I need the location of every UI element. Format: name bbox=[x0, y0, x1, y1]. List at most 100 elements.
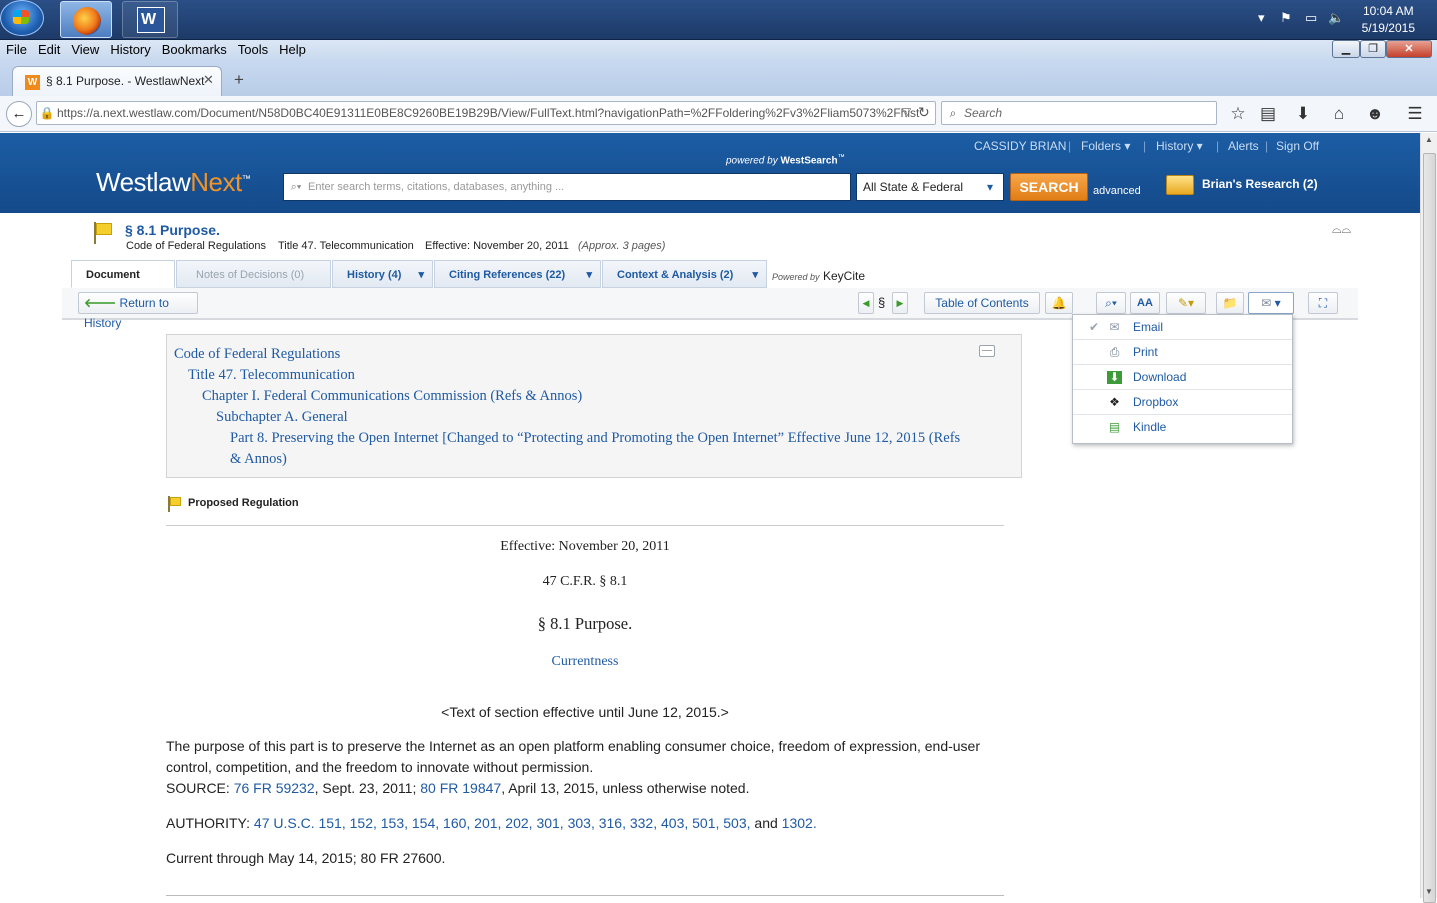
research-folder-link[interactable]: Brian's Research (2) bbox=[1202, 177, 1318, 191]
history-link[interactable]: History ▾ bbox=[1156, 139, 1203, 153]
source-link-76fr[interactable]: 76 FR 59232 bbox=[234, 780, 315, 796]
url-bar[interactable]: 🔒 https://a.next.westlaw.com/Document/N58… bbox=[36, 101, 936, 125]
font-size-button[interactable]: AA bbox=[1130, 292, 1160, 314]
browser-search-input[interactable]: ⌕ Search bbox=[941, 101, 1217, 125]
flag-icon[interactable] bbox=[94, 222, 114, 244]
menu-bookmarks[interactable]: Bookmarks bbox=[156, 40, 232, 57]
folders-link[interactable]: Folders ▾ bbox=[1081, 139, 1130, 153]
tab-document[interactable]: Document bbox=[71, 260, 175, 288]
home-icon[interactable]: ⌂ bbox=[1329, 104, 1349, 124]
source-link-80fr[interactable]: 80 FR 19847 bbox=[420, 780, 501, 796]
page-scrollbar[interactable]: ▲ ▼ bbox=[1420, 133, 1437, 903]
authority-links[interactable]: 47 U.S.C. 151, 152, 153, 154, 160, 201, … bbox=[254, 815, 751, 831]
volume-icon[interactable]: 🔈 bbox=[1328, 10, 1344, 26]
reload-icon[interactable]: ↻ bbox=[918, 104, 930, 121]
folder-icon[interactable] bbox=[1166, 175, 1194, 195]
back-arrow-icon[interactable]: ← bbox=[6, 101, 32, 127]
browser-tab-strip: W § 8.1 Purpose. - WestlawNext ✕ + bbox=[0, 60, 1437, 96]
system-clock[interactable]: 10:04 AM 5/19/2015 bbox=[1362, 3, 1415, 37]
menu-item-email[interactable]: ✔ ✉ Email bbox=[1073, 315, 1292, 340]
jurisdiction-select[interactable]: All State & Federal ▾ bbox=[856, 173, 1004, 201]
tab-context-analysis[interactable]: Context & Analysis (2) ▾ bbox=[602, 260, 767, 288]
menu-history[interactable]: History bbox=[104, 40, 155, 57]
browser-tab[interactable]: W § 8.1 Purpose. - WestlawNext ✕ bbox=[12, 66, 222, 96]
purpose-line-2: control, competition, and the freedom to… bbox=[166, 759, 594, 775]
tab-history[interactable]: History (4) ▾ bbox=[332, 260, 433, 288]
tab-notes-of-decisions[interactable]: Notes of Decisions (0) bbox=[176, 260, 331, 288]
scroll-up-icon[interactable]: ▲ bbox=[1425, 135, 1433, 144]
toc-chapter-1[interactable]: Chapter I. Federal Communications Commis… bbox=[202, 388, 582, 405]
authority-line: AUTHORITY: 47 U.S.C. 151, 152, 153, 154,… bbox=[166, 813, 817, 834]
scroll-down-icon[interactable]: ▼ bbox=[1425, 887, 1433, 896]
reading-list-icon[interactable]: ▤ bbox=[1258, 104, 1278, 124]
tray-expand-icon[interactable]: ▾ bbox=[1258, 10, 1265, 26]
alert-bell-icon[interactable]: 🔔 bbox=[1045, 292, 1073, 314]
menu-item-kindle[interactable]: ▤ Kindle bbox=[1073, 415, 1292, 440]
divider bbox=[166, 895, 1004, 896]
close-tab-icon[interactable]: ✕ bbox=[203, 72, 214, 88]
alerts-link[interactable]: Alerts bbox=[1228, 139, 1259, 153]
bookmark-star-icon[interactable]: ☆ bbox=[1228, 104, 1248, 124]
previous-section-button[interactable]: ◀ bbox=[858, 292, 874, 314]
source-end: , April 13, 2015, unless otherwise noted… bbox=[501, 780, 750, 796]
westlaw-search-input[interactable]: ⌕▾ Enter search terms, citations, databas… bbox=[283, 173, 851, 201]
firefox-taskbar-button[interactable] bbox=[60, 1, 112, 38]
menu-item-print[interactable]: ⎙ Print bbox=[1073, 340, 1292, 365]
next-section-button[interactable]: ▶ bbox=[892, 292, 908, 314]
kindle-icon: ▤ bbox=[1108, 420, 1121, 434]
toc-subchapter-a[interactable]: Subchapter A. General bbox=[216, 409, 348, 426]
full-screen-icon[interactable]: ⛶ bbox=[1308, 292, 1338, 314]
toc-title-47[interactable]: Title 47. Telecommunication bbox=[188, 367, 355, 384]
advanced-search-link[interactable]: advanced bbox=[1093, 185, 1141, 197]
deliver-envelope-button[interactable]: ✉ ▾ bbox=[1248, 292, 1294, 314]
close-window-button[interactable]: ✕ bbox=[1386, 40, 1432, 58]
download-icon: ⬇ bbox=[1107, 371, 1122, 384]
menu-help[interactable]: Help bbox=[273, 40, 311, 57]
menu-view[interactable]: View bbox=[65, 40, 104, 57]
menu-tools[interactable]: Tools bbox=[232, 40, 273, 57]
search-within-icon[interactable]: ⌕▾ bbox=[1096, 292, 1126, 314]
deliver-dropdown-menu: ✔ ✉ Email ⎙ Print ⬇ Download ❖ Dropbox ▤ Kindl… bbox=[1072, 314, 1293, 444]
start-button[interactable] bbox=[0, 0, 44, 36]
authority-link-1302[interactable]: 1302 bbox=[782, 815, 813, 831]
url-text: https://a.next.westlaw.com/Document/N58D… bbox=[57, 106, 920, 120]
restore-button[interactable]: ❐ bbox=[1360, 40, 1386, 58]
westlaw-logo[interactable]: WestlawNext™ bbox=[96, 167, 251, 198]
search-button[interactable]: SEARCH bbox=[1010, 173, 1088, 201]
flag-icon[interactable]: ⚑ bbox=[1280, 10, 1292, 26]
separator: | bbox=[1143, 139, 1147, 153]
downloads-icon[interactable]: ⬇ bbox=[1293, 104, 1313, 124]
menu-edit[interactable]: Edit bbox=[32, 40, 65, 57]
user-name[interactable]: CASSIDY BRIAN bbox=[974, 139, 1066, 153]
minimize-button[interactable]: ▁ bbox=[1332, 40, 1360, 58]
magnifier-icon: ⌕ bbox=[949, 106, 957, 120]
toc-part-8[interactable]: Part 8. Preserving the Open Internet [Ch… bbox=[230, 430, 960, 447]
sign-off-link[interactable]: Sign Off bbox=[1276, 139, 1319, 153]
search-options-icon[interactable]: ⌕▾ bbox=[284, 174, 308, 200]
return-to-history-button[interactable]: 🡐 Return to History bbox=[78, 292, 198, 330]
section-symbol: § bbox=[878, 295, 886, 310]
toc-code-of-federal-regulations[interactable]: Code of Federal Regulations bbox=[174, 346, 340, 363]
chat-icon[interactable]: ☻ bbox=[1365, 104, 1385, 124]
source-mid: , Sept. 23, 2011; bbox=[314, 780, 421, 796]
new-tab-icon[interactable]: + bbox=[234, 70, 244, 90]
scroll-thumb[interactable] bbox=[1423, 153, 1436, 903]
annotate-icon[interactable]: ✎▾ bbox=[1166, 292, 1206, 314]
collapse-icon[interactable]: — bbox=[979, 345, 995, 357]
network-icon[interactable]: ▭ bbox=[1305, 10, 1317, 26]
tab-citing-references[interactable]: Citing References (22) ▾ bbox=[434, 260, 601, 288]
table-of-contents-button[interactable]: Table of Contents bbox=[924, 292, 1040, 314]
url-dropdown-icon[interactable]: ▽ bbox=[902, 105, 911, 119]
menu-item-dropbox[interactable]: ❖ Dropbox bbox=[1073, 390, 1292, 415]
currentness-label[interactable]: Currentness bbox=[552, 654, 619, 669]
save-to-folder-icon[interactable]: 📁 bbox=[1216, 292, 1244, 314]
toc-part-8-continued[interactable]: & Annos) bbox=[230, 451, 287, 468]
hamburger-menu-icon[interactable]: ☰ bbox=[1405, 104, 1425, 124]
tab-history-label: History (4) bbox=[347, 269, 402, 281]
section-heading: § 8.1 Purpose. bbox=[537, 614, 633, 633]
reading-glasses-icon[interactable]: ⌓⌓ bbox=[1332, 222, 1351, 237]
menu-item-download[interactable]: ⬇ Download bbox=[1073, 365, 1292, 390]
dropbox-icon: ❖ bbox=[1109, 395, 1120, 409]
menu-file[interactable]: File bbox=[0, 40, 32, 57]
word-taskbar-button[interactable]: W bbox=[122, 1, 178, 38]
